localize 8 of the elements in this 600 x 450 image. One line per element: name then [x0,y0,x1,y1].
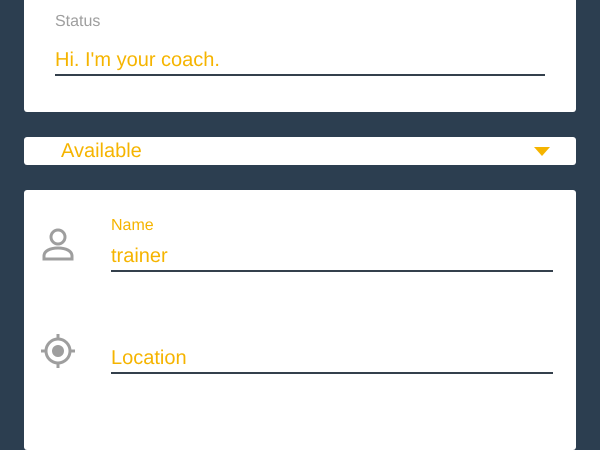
status-label: Status [55,12,100,32]
caret-icon [534,146,550,156]
availability-dropdown[interactable]: Available [24,137,576,165]
name-field[interactable]: trainer [111,242,553,272]
status-field[interactable]: Hi. I'm your coach. [55,46,545,76]
location-field[interactable]: Location [111,344,553,374]
location-target-icon [39,332,77,370]
field-label: Name [111,216,154,236]
